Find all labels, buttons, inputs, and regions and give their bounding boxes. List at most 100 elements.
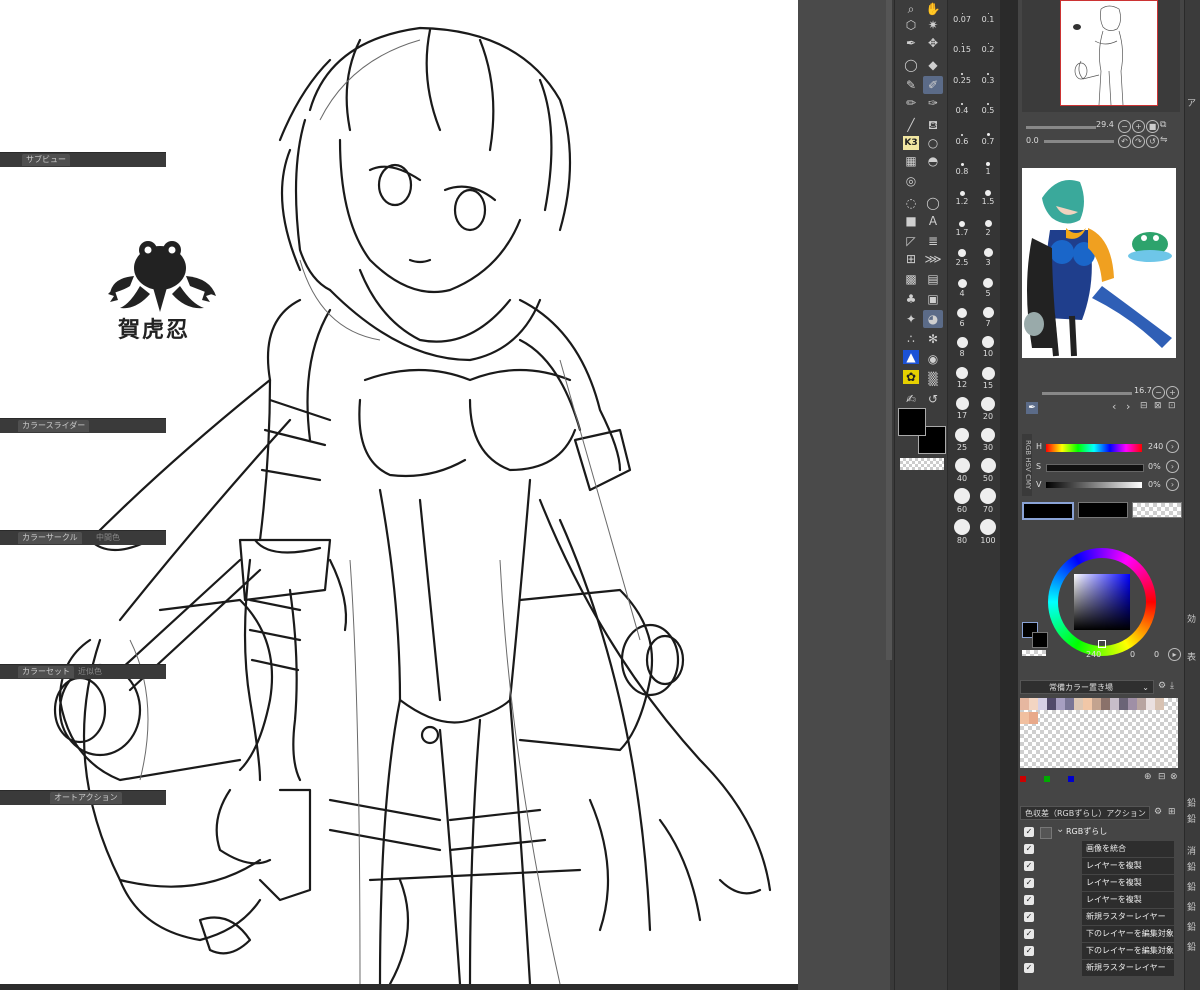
far-right-label[interactable]: ア <box>1187 96 1196 109</box>
redraw-icon[interactable]: ↺ <box>923 390 943 408</box>
far-right-label[interactable]: 表 <box>1187 650 1196 663</box>
correct-line-icon[interactable]: ✍ <box>901 390 921 408</box>
water-icon[interactable]: ◕ <box>923 310 943 328</box>
color-set-select[interactable]: 常備カラー置き場 ⌄ <box>1020 680 1154 694</box>
action-step-row[interactable]: ✓ 画像を統合 <box>1022 841 1174 858</box>
brush-size-0-1[interactable]: 0.1 <box>976 0 1000 30</box>
action-step-row[interactable]: ✓ レイヤーを複製 <box>1022 892 1174 909</box>
action-root-dialog-toggle[interactable] <box>1040 827 1052 839</box>
brush-size-0-6[interactable]: 0.6 <box>950 122 974 152</box>
balloon-icon[interactable]: ◯ <box>923 194 943 212</box>
blend-icon[interactable]: ◎ <box>901 172 921 190</box>
marker-icon[interactable]: ✏ <box>901 94 921 112</box>
prev-image-icon[interactable]: ‹ <box>1112 400 1116 413</box>
brush-size-60[interactable]: 60 <box>950 486 974 516</box>
color-set-red[interactable] <box>1020 776 1026 782</box>
clear-icon[interactable]: ⊠ <box>1154 401 1162 411</box>
color-set-settings-icon[interactable]: ⚙ <box>1158 681 1166 691</box>
tab-auto-action[interactable]: オートアクション <box>50 792 122 804</box>
frame-icon[interactable]: ≣ <box>923 232 943 250</box>
flip-icon[interactable]: ⇋ <box>1160 135 1168 145</box>
brush-size-1-2[interactable]: 1.2 <box>950 182 974 212</box>
auto-action-settings-icon[interactable]: ⚙ <box>1154 807 1162 817</box>
transparent-color-swatch[interactable] <box>900 458 944 470</box>
horizontal-scrollbar[interactable] <box>0 984 890 990</box>
speed-lines-icon[interactable]: ⋙ <box>923 250 943 268</box>
brush-size-2-5[interactable]: 2.5 <box>950 243 974 273</box>
tab-subview[interactable]: サブビュー <box>22 154 70 166</box>
zoom-slider[interactable] <box>1026 126 1096 129</box>
brush-size-3[interactable]: 3 <box>976 243 1000 273</box>
brush-size-17[interactable]: 17 <box>950 395 974 425</box>
action-step-row[interactable]: ✓ 新規ラスターレイヤー <box>1022 909 1174 926</box>
hue-slider[interactable] <box>1046 444 1142 452</box>
auto-action-add-icon[interactable]: ⊞ <box>1168 807 1176 817</box>
brush-size-0-3[interactable]: 0.3 <box>976 61 1000 91</box>
action-step-checkbox[interactable]: ✓ <box>1024 895 1034 905</box>
brush-size-0-25[interactable]: 0.25 <box>950 61 974 91</box>
bucket-icon[interactable]: ⛾ <box>923 116 943 134</box>
slider-trans-swatch[interactable] <box>1132 502 1182 518</box>
far-right-label[interactable]: 鉛 <box>1187 860 1196 873</box>
v-up-icon[interactable]: › <box>1166 478 1179 491</box>
droplet-icon[interactable]: ♣ <box>901 290 921 308</box>
move-icon[interactable]: ✥ <box>923 34 943 52</box>
brush-size-10[interactable]: 10 <box>976 334 1000 364</box>
slider-main-swatch[interactable] <box>1022 502 1074 520</box>
slider-sub-swatch[interactable] <box>1078 502 1128 518</box>
action-step-checkbox[interactable]: ✓ <box>1024 963 1034 973</box>
color-set-blue[interactable] <box>1068 776 1074 782</box>
fit-window-icon[interactable]: ⧉ <box>1160 120 1166 130</box>
pattern-icon[interactable]: ▤ <box>923 270 943 288</box>
fill-icon[interactable]: ◓ <box>923 152 943 170</box>
circle-trans-swatch[interactable] <box>1022 650 1046 656</box>
far-right-label[interactable]: 鉛 <box>1187 880 1196 893</box>
spray-icon[interactable]: ∴ <box>901 330 921 348</box>
action-root-row[interactable]: ✓ ⌄ RGBずらし <box>1022 824 1172 841</box>
saturation-slider[interactable] <box>1046 464 1144 472</box>
pencil-icon[interactable]: ✎ <box>901 76 921 94</box>
color-set-green[interactable] <box>1044 776 1050 782</box>
brush-size-8[interactable]: 8 <box>950 334 974 364</box>
action-step-row[interactable]: ✓ レイヤーを複製 <box>1022 875 1174 892</box>
rotate-right-icon[interactable]: ↷ <box>1132 135 1145 148</box>
action-step-row[interactable]: ✓ レイヤーを複製 <box>1022 858 1174 875</box>
tab-color-slider[interactable]: カラースライダー <box>18 420 90 432</box>
navigator[interactable] <box>1022 0 1180 112</box>
circle-mode-icon[interactable]: ▸ <box>1168 648 1181 661</box>
action-step-row[interactable]: ✓ 新規ラスターレイヤー <box>1022 960 1174 977</box>
far-right-label[interactable]: 鉛 <box>1187 812 1196 825</box>
brush-size-80[interactable]: 80 <box>950 517 974 547</box>
brush-size-4[interactable]: 4 <box>950 274 974 304</box>
mode-cmyk[interactable]: CMY <box>1024 474 1032 489</box>
brush-size-15[interactable]: 15 <box>976 365 1000 395</box>
brush-size-1[interactable]: 1 <box>976 152 1000 182</box>
brush-size-0-2[interactable]: 0.2 <box>976 30 1000 60</box>
wing-icon[interactable]: ✻ <box>923 330 943 348</box>
action-step-checkbox[interactable]: ✓ <box>1024 912 1034 922</box>
brush-size-12[interactable]: 12 <box>950 365 974 395</box>
tone-icon[interactable]: ▩ <box>901 270 921 288</box>
mode-hsv[interactable]: HSV <box>1024 458 1032 473</box>
brush-size-5[interactable]: 5 <box>976 274 1000 304</box>
object-icon[interactable]: ⬡ <box>901 16 921 34</box>
hue-marker[interactable] <box>1098 640 1106 648</box>
sv-square[interactable] <box>1074 574 1130 630</box>
main-color-swatch-top[interactable] <box>898 408 926 436</box>
color-set-add-icon[interactable]: ⊕ <box>1144 772 1152 782</box>
value-slider[interactable] <box>1046 482 1142 488</box>
zoom-out-icon[interactable]: − <box>1118 120 1131 133</box>
yellow-tool-icon[interactable]: ✿ <box>903 370 919 384</box>
subview-zoom-slider[interactable] <box>1042 392 1132 395</box>
decoration-icon[interactable]: ▣ <box>923 290 943 308</box>
brush-size-6[interactable]: 6 <box>950 304 974 334</box>
far-right-label[interactable]: 効 <box>1187 612 1196 625</box>
blue-tool-icon[interactable]: ▲ <box>903 350 919 364</box>
brush2-icon[interactable]: ╱ <box>901 116 921 134</box>
color-set-grid[interactable] <box>1020 698 1178 768</box>
color-set-import-icon[interactable]: ⤓ <box>1170 681 1174 691</box>
far-right-label[interactable]: 鉛 <box>1187 940 1196 953</box>
pen-icon[interactable]: ✐ <box>923 76 943 94</box>
action-step-checkbox[interactable]: ✓ <box>1024 878 1034 888</box>
shape-icon[interactable]: ◉ <box>923 350 943 368</box>
